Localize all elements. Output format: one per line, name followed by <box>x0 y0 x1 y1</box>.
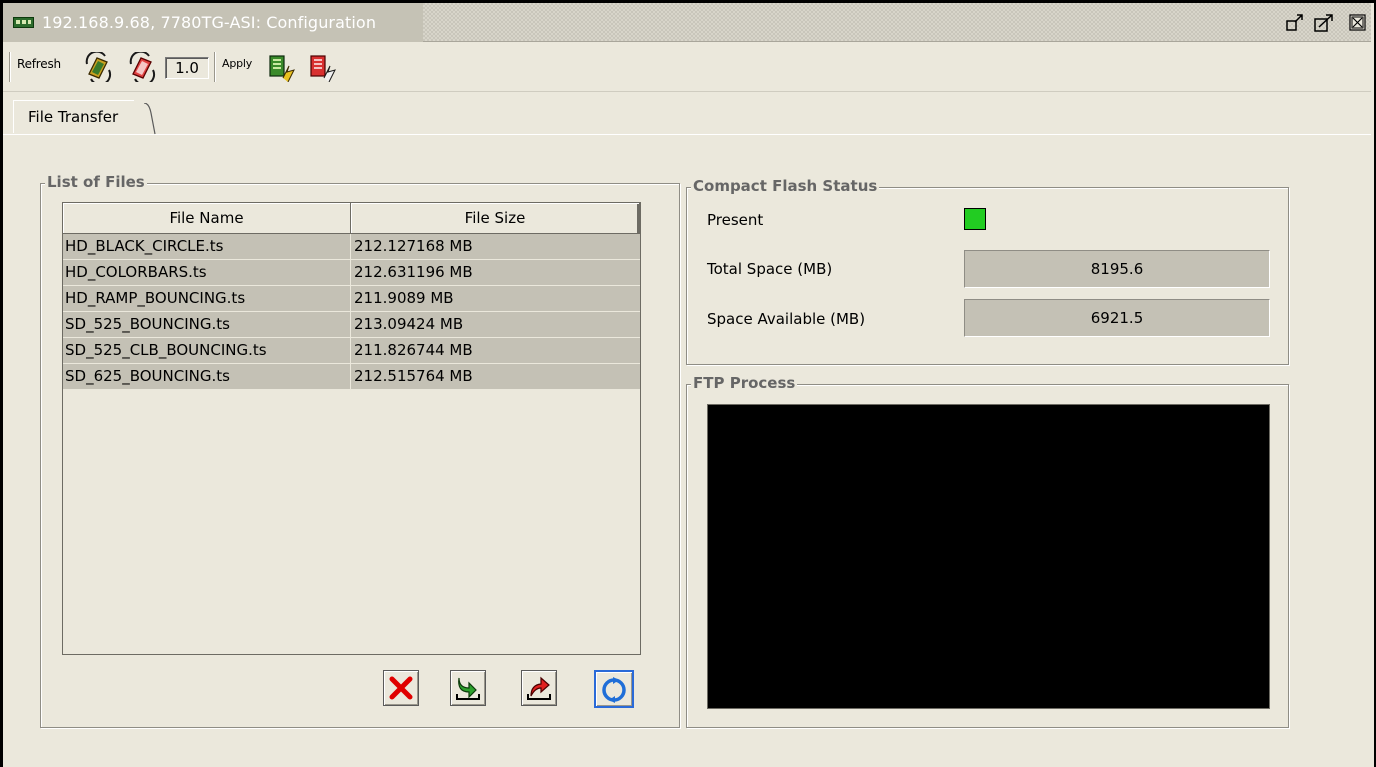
files-table[interactable]: File Name File Size HD_BLACK_CIRCLE.ts 2… <box>62 202 641 655</box>
file-size-cell: 211.826744 MB <box>354 341 473 359</box>
delete-icon <box>389 676 413 700</box>
download-icon <box>456 677 480 700</box>
file-name-cell: SD_525_CLB_BOUNCING.ts <box>63 338 351 364</box>
table-body: HD_BLACK_CIRCLE.ts 212.127168 MB HD_COLO… <box>63 234 640 390</box>
total-space-value: 8195.6 <box>964 250 1270 288</box>
version-field[interactable]: 1.0 <box>165 57 209 79</box>
title-bar[interactable]: 192.168.9.68, 7780TG-ASI: Configuration <box>3 3 1371 42</box>
file-name-cell: SD_525_BOUNCING.ts <box>63 312 351 338</box>
table-row[interactable]: HD_RAMP_BOUNCING.ts 211.9089 MB <box>63 286 640 312</box>
table-header: File Name File Size <box>63 203 640 234</box>
column-file-name[interactable]: File Name <box>63 203 351 234</box>
file-size-cell: 211.9089 MB <box>354 289 454 307</box>
ftp-process-title: FTP Process <box>691 374 798 392</box>
list-of-files-title: List of Files <box>45 173 147 191</box>
apply-icon[interactable] <box>267 52 297 83</box>
refresh-button[interactable]: Refresh <box>17 57 61 71</box>
toolbar: Refresh 1.0 Apply <box>3 42 1371 92</box>
file-size-cell: 212.127168 MB <box>354 237 473 255</box>
tab-edge <box>143 103 156 135</box>
table-row[interactable]: SD_525_BOUNCING.ts 213.09424 MB <box>63 312 640 338</box>
file-size-cell: 213.09424 MB <box>354 315 464 333</box>
app-board-icon <box>13 16 34 29</box>
tab-strip-border <box>3 134 1371 135</box>
toolbar-separator <box>9 52 11 82</box>
total-space-label: Total Space (MB) <box>707 260 833 278</box>
table-row[interactable]: SD_525_CLB_BOUNCING.ts 211.826744 MB <box>63 338 640 364</box>
undock-icon[interactable] <box>1285 13 1307 33</box>
ftp-console[interactable] <box>707 404 1270 709</box>
toolbar-separator <box>214 52 216 82</box>
close-window-icon[interactable] <box>1347 13 1369 33</box>
column-file-size[interactable]: File Size <box>351 203 640 234</box>
present-indicator <box>964 208 986 230</box>
refresh-all-icon[interactable] <box>83 50 113 86</box>
file-name-cell: HD_RAMP_BOUNCING.ts <box>63 286 351 312</box>
present-label: Present <box>707 211 764 229</box>
file-name-cell: HD_BLACK_CIRCLE.ts <box>63 234 351 260</box>
compact-flash-title: Compact Flash Status <box>691 177 880 195</box>
upload-file-button[interactable] <box>521 670 557 706</box>
apply-button[interactable]: Apply <box>222 57 252 70</box>
table-row[interactable]: SD_625_BOUNCING.ts 212.515764 MB <box>63 364 640 390</box>
file-name-cell: SD_625_BOUNCING.ts <box>63 364 351 390</box>
apply-cancel-icon[interactable] <box>308 52 338 83</box>
delete-file-button[interactable] <box>383 670 419 706</box>
window-title: 192.168.9.68, 7780TG-ASI: Configuration <box>42 13 377 32</box>
tab-file-transfer[interactable]: File Transfer <box>13 100 135 133</box>
refresh-list-button[interactable] <box>594 670 634 708</box>
table-row[interactable]: HD_COLORBARS.ts 212.631196 MB <box>63 260 640 286</box>
file-size-cell: 212.631196 MB <box>354 263 473 281</box>
table-row[interactable]: HD_BLACK_CIRCLE.ts 212.127168 MB <box>63 234 640 260</box>
upload-icon <box>527 676 551 700</box>
refresh-cancel-icon[interactable] <box>127 50 157 86</box>
refresh-icon <box>602 677 626 703</box>
file-name-cell: HD_COLORBARS.ts <box>63 260 351 286</box>
download-file-button[interactable] <box>450 670 486 706</box>
file-size-cell: 212.515764 MB <box>354 367 473 385</box>
space-available-label: Space Available (MB) <box>707 310 866 328</box>
title-area: 192.168.9.68, 7780TG-ASI: Configuration <box>3 3 423 42</box>
space-available-value: 6921.5 <box>964 299 1270 337</box>
maximize-icon[interactable] <box>1313 13 1335 33</box>
